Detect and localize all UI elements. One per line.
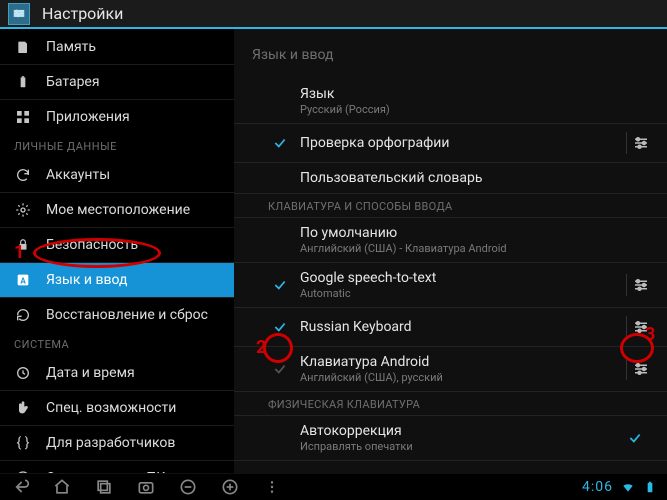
screenshot-button[interactable] (136, 477, 156, 497)
sidebar-item-battery[interactable]: Батарея (0, 64, 234, 99)
settings-app-icon (8, 3, 30, 25)
settings-sidebar: Память Батарея Приложения ЛИЧНЫЕ ДАННЫЕ … (0, 29, 234, 473)
checkbox-autocorrect[interactable] (623, 431, 647, 445)
settings-sliders-icon[interactable] (629, 315, 653, 339)
sidebar-item-accessibility[interactable]: Спец. возможности (0, 390, 234, 425)
row-spellcheck[interactable]: Проверка орфографии (234, 124, 667, 163)
sidebar-item-location[interactable]: Мое местоположение (0, 192, 234, 227)
row-value: Русский (Россия) (300, 103, 647, 116)
row-value: Исправлять опечатки (300, 440, 617, 453)
row-language[interactable]: Язык Русский (Россия) (234, 79, 667, 124)
row-value: Английский (США), русский (300, 371, 618, 384)
menu-button[interactable] (262, 477, 282, 497)
section-keyboards: КЛАВИАТУРА И СПОСОБЫ ВВОДА (234, 194, 667, 218)
sidebar-item-developer[interactable]: { } Для разработчиков (0, 425, 234, 460)
sidebar-item-accounts[interactable]: Аккаунты (0, 157, 234, 192)
sidebar-item-about[interactable]: О планшетном ПК (0, 460, 234, 473)
sidebar-item-apps[interactable]: Приложения (0, 99, 234, 134)
row-label: Клавиатура Android (300, 354, 618, 370)
sync-icon (14, 166, 32, 184)
row-label: Пользовательский словарь (300, 170, 647, 186)
row-dictionary[interactable]: Пользовательский словарь (234, 163, 667, 194)
checkbox-android-keyboard[interactable] (268, 362, 292, 376)
settings-pane: Язык и ввод Язык Русский (Россия) Провер… (234, 29, 667, 473)
sidebar-item-memory[interactable]: Память (0, 29, 234, 64)
sd-card-icon (14, 38, 32, 56)
sidebar-item-label: Язык и ввод (46, 272, 127, 288)
restore-icon (14, 306, 32, 324)
braces-icon: { } (14, 434, 32, 452)
navigation-bar: 4:06 (0, 473, 667, 500)
checkbox-spellcheck[interactable] (268, 136, 292, 150)
sidebar-item-label: Для разработчиков (46, 435, 175, 451)
location-icon (14, 201, 32, 219)
row-russian-keyboard[interactable]: Russian Keyboard (234, 308, 667, 347)
settings-sliders-icon[interactable] (629, 131, 653, 155)
recent-apps-button[interactable] (94, 477, 114, 497)
row-value: Английский (США) - Клавиатура Android (300, 242, 647, 255)
sidebar-item-label: Батарея (46, 74, 100, 90)
sidebar-item-label: Аккаунты (46, 167, 110, 183)
row-android-keyboard[interactable]: Клавиатура Android Английский (США), рус… (234, 347, 667, 392)
volume-up-button[interactable] (220, 477, 240, 497)
hand-icon (14, 399, 32, 417)
sidebar-item-label: Дата и время (46, 365, 135, 381)
checkbox-google-speech[interactable] (268, 278, 292, 292)
sidebar-section-personal: ЛИЧНЫЕ ДАННЫЕ (0, 134, 234, 157)
row-autocorrect[interactable]: Автокоррекция Исправлять опечатки (234, 416, 667, 461)
checkbox-russian-keyboard[interactable] (268, 320, 292, 334)
sidebar-item-label: Мое местоположение (46, 202, 190, 218)
home-button[interactable] (52, 477, 72, 497)
svg-text:A: A (20, 276, 26, 285)
row-label: Проверка орфографии (300, 135, 618, 151)
sidebar-item-label: Безопасность (46, 237, 138, 253)
row-label: Автокоррекция (300, 423, 617, 439)
sidebar-item-datetime[interactable]: Дата и время (0, 355, 234, 390)
row-label: Язык (300, 86, 647, 102)
sidebar-item-label: Приложения (46, 109, 130, 125)
row-label: Russian Keyboard (300, 319, 618, 335)
pane-title: Язык и ввод (234, 29, 667, 79)
language-icon: A (14, 271, 32, 289)
sidebar-item-security[interactable]: Безопасность (0, 227, 234, 262)
row-label: По умолчанию (300, 225, 647, 241)
section-physical: ФИЗИЧЕСКАЯ КЛАВИАТУРА (234, 392, 667, 416)
row-value: Automatic (300, 287, 618, 300)
settings-sliders-icon[interactable] (629, 273, 653, 297)
sidebar-item-label: Восстановление и сброс (46, 307, 208, 323)
clock-icon (14, 364, 32, 382)
volume-down-button[interactable] (178, 477, 198, 497)
lock-icon (14, 236, 32, 254)
status-time: 4:06 (582, 479, 613, 495)
row-default-keyboard[interactable]: По умолчанию Английский (США) - Клавиату… (234, 218, 667, 263)
page-title: Настройки (42, 4, 123, 23)
battery-icon (14, 73, 32, 91)
sidebar-section-system: СИСТЕМА (0, 332, 234, 355)
row-label: Google speech-to-text (300, 270, 618, 286)
apps-icon (14, 108, 32, 126)
sidebar-item-backup-reset[interactable]: Восстановление и сброс (0, 297, 234, 332)
sidebar-item-label: Спец. возможности (46, 400, 176, 416)
sidebar-item-lang-input[interactable]: A Язык и ввод (0, 262, 234, 297)
row-google-speech[interactable]: Google speech-to-text Automatic (234, 263, 667, 308)
back-button[interactable] (10, 477, 30, 497)
sidebar-item-label: Память (46, 39, 96, 55)
action-bar: Настройки (0, 0, 667, 29)
battery-status-icon (643, 480, 657, 494)
settings-sliders-icon[interactable] (629, 357, 653, 381)
wifi-icon (621, 480, 635, 494)
